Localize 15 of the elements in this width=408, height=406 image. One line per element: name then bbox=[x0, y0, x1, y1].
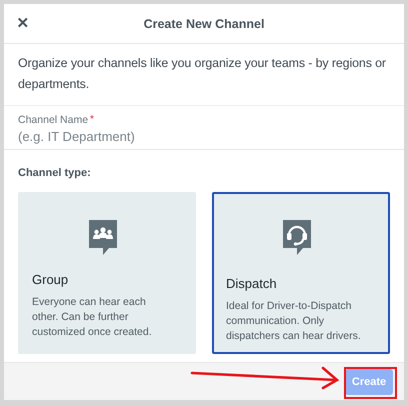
card-description: Everyone can hear each other. Can be further customized once created. bbox=[32, 295, 153, 340]
section-label: Channel type: bbox=[18, 167, 91, 179]
headset-chat-icon bbox=[281, 218, 313, 256]
close-button[interactable]: ✕ bbox=[15, 16, 31, 32]
card-description: Ideal for Driver-to-Dispatch communication. Only dispatchers can hear drivers. bbox=[226, 299, 362, 344]
field-label: Channel Name bbox=[18, 114, 88, 126]
group-chat-icon bbox=[87, 218, 119, 256]
card-title: Group bbox=[32, 272, 68, 287]
description-text: Organize your channels like you organize your teams - by regions or departments. bbox=[4, 44, 404, 106]
required-mark: * bbox=[90, 114, 94, 126]
dialog-title: Create New Channel bbox=[144, 16, 264, 30]
channel-type-card[interactable]: Dispatch Ideal for Driver-to-Dispatch communication. Only dispatchers can hear drivers. bbox=[212, 192, 390, 354]
card-title: Dispatch bbox=[226, 276, 277, 291]
channel-type-card[interactable]: Group Everyone can hear each other. Can be further customized once created. bbox=[18, 192, 196, 354]
channel-name-field[interactable]: (e.g. IT Department) bbox=[18, 127, 390, 145]
